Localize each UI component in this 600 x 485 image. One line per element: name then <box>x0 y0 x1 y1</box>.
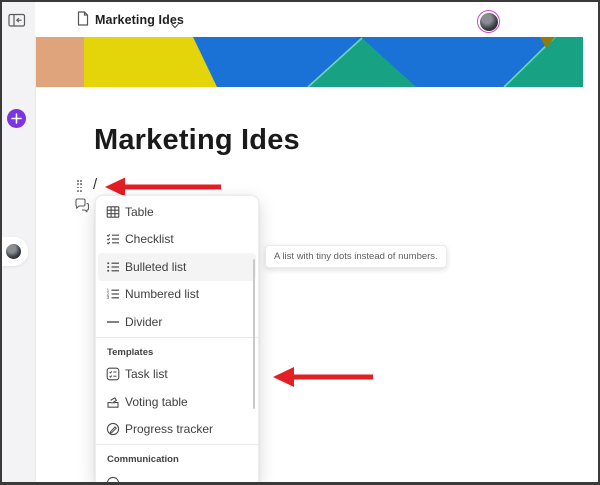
menu-item-label: Task list <box>125 367 168 382</box>
annotation-arrow-menu <box>273 367 373 387</box>
task-list-icon <box>105 367 120 382</box>
app-sidebar <box>2 2 36 482</box>
document-header: Marketing Ides <box>35 2 598 36</box>
menu-item-task-list[interactable]: Task list <box>96 361 258 389</box>
slash-command-menu: Table Checklist Bulleted list 123 Number… <box>95 195 259 482</box>
menu-item-numbered-list[interactable]: 123 Numbered list <box>96 281 258 309</box>
loop-app: Marketing Ides Marketing Ides / Table Ch… <box>2 2 598 482</box>
table-icon <box>105 204 120 219</box>
menu-section-communication: Communication <box>107 454 179 465</box>
menu-scrollbar-thumb[interactable] <box>252 259 255 409</box>
menu-item-label: Numbered list <box>125 287 200 302</box>
numbered-list-icon: 123 <box>105 287 120 302</box>
add-workspace-button[interactable] <box>7 109 26 128</box>
bulleted-list-icon <box>105 259 120 274</box>
cover-image <box>36 37 583 87</box>
chevron-down-icon[interactable] <box>171 16 179 34</box>
communication-item-icon <box>106 476 120 482</box>
progress-tracker-icon <box>105 422 120 437</box>
menu-item-checklist[interactable]: Checklist <box>96 226 258 254</box>
menu-item-voting-table[interactable]: Voting table <box>96 388 258 416</box>
menu-item-label: Checklist <box>125 232 174 247</box>
menu-item-label: Divider <box>125 314 163 329</box>
drag-handle-icon[interactable] <box>77 180 85 193</box>
menu-divider <box>96 336 258 338</box>
svg-text:3: 3 <box>106 295 109 300</box>
menu-divider <box>96 444 258 445</box>
slash-command-text[interactable]: / <box>93 176 97 193</box>
voting-table-icon <box>105 394 120 409</box>
menu-item-label: Voting table <box>125 394 188 409</box>
plus-icon <box>11 113 22 124</box>
user-avatar[interactable] <box>477 10 500 33</box>
menu-item-progress-tracker[interactable]: Progress tracker <box>96 416 258 444</box>
menu-item-bulleted-list[interactable]: Bulleted list <box>98 253 256 281</box>
page-title[interactable]: Marketing Ides <box>94 124 300 157</box>
menu-item-table[interactable]: Table <box>96 198 258 226</box>
workspace-avatar[interactable] <box>6 244 21 259</box>
menu-section-templates: Templates <box>107 346 154 358</box>
checklist-icon <box>105 232 120 247</box>
sidebar-toggle-icon[interactable] <box>8 13 26 28</box>
menu-item-label: Progress tracker <box>125 422 214 437</box>
menu-item-divider[interactable]: Divider <box>96 308 258 336</box>
document-icon <box>77 11 89 31</box>
menu-item-label: Table <box>125 204 154 219</box>
comment-icon[interactable] <box>74 198 90 218</box>
app-window: Marketing Ides Marketing Ides / Table Ch… <box>0 0 600 485</box>
divider-icon <box>105 314 120 329</box>
menu-item-label: Bulleted list <box>125 259 187 274</box>
tooltip: A list with tiny dots instead of numbers… <box>265 245 447 268</box>
